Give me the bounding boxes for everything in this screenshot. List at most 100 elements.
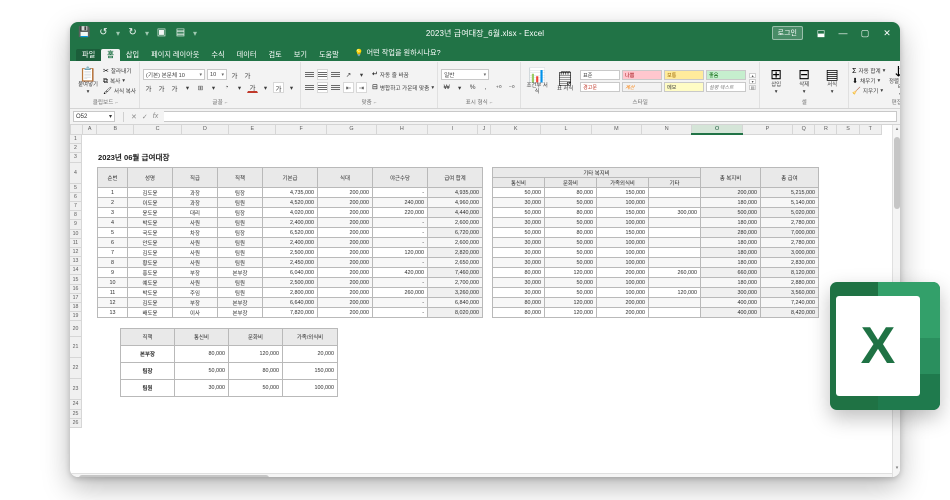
- row-header[interactable]: 4: [70, 161, 82, 184]
- cell-family[interactable]: 100,000: [596, 287, 649, 298]
- table-row[interactable]: 3 윤도윤 대리 팀장 4,020,000 200,000 220,000 4,…: [97, 207, 819, 218]
- cell-rank[interactable]: 과장: [172, 187, 218, 198]
- cell-comm[interactable]: 30,000: [492, 247, 545, 258]
- cell-role[interactable]: 팀원: [217, 197, 263, 208]
- undo-icon[interactable]: ↺: [97, 27, 110, 40]
- col-header-K[interactable]: K: [489, 125, 542, 135]
- cell-family[interactable]: 100,000: [596, 257, 649, 268]
- cell-family[interactable]: 200,000: [596, 307, 649, 318]
- cell-overtime[interactable]: -: [372, 237, 428, 248]
- row-header[interactable]: 14: [70, 265, 82, 276]
- cell-culture[interactable]: 120,000: [544, 307, 597, 318]
- ref-cell-family[interactable]: 20,000: [282, 345, 338, 363]
- touch-mode-icon[interactable]: ▣: [155, 27, 168, 40]
- insert-dropdown-icon[interactable]: ▾: [775, 89, 778, 95]
- italic-button[interactable]: 가: [156, 82, 167, 93]
- row-header[interactable]: 3: [70, 152, 82, 163]
- align-bottom-icon[interactable]: [330, 69, 341, 80]
- number-format-select[interactable]: 일반 ▾: [441, 69, 490, 80]
- col-header-E[interactable]: E: [228, 125, 277, 135]
- cell-role[interactable]: 팀원: [217, 247, 263, 258]
- style-good[interactable]: 좋음: [706, 70, 747, 80]
- currency-dropdown-icon[interactable]: ▾: [454, 82, 465, 93]
- cell-overtime[interactable]: -: [372, 297, 428, 308]
- table-row[interactable]: 팀원 30,000 50,000 100,000: [120, 379, 338, 397]
- col-header-A[interactable]: A: [82, 125, 98, 135]
- cell-name[interactable]: 박도윤: [127, 217, 173, 228]
- cell-base[interactable]: 2,400,000: [262, 237, 318, 248]
- clear-dropdown-icon[interactable]: ▾: [880, 88, 883, 94]
- ribbon-display-options-icon[interactable]: ⬓: [810, 22, 832, 44]
- cell-family[interactable]: 200,000: [596, 297, 649, 308]
- cell-family[interactable]: 150,000: [596, 187, 649, 198]
- cell-name[interactable]: 국도윤: [127, 227, 173, 238]
- cell-pay-sum[interactable]: 2,600,000: [427, 237, 483, 248]
- ref-cell-culture[interactable]: 50,000: [228, 379, 283, 397]
- row-header[interactable]: 16: [70, 283, 82, 294]
- font-family-select[interactable]: (기본) 본문체 10 ▾: [143, 69, 206, 80]
- cell-pay-sum[interactable]: 4,440,000: [427, 207, 483, 218]
- row-header[interactable]: 11: [70, 237, 82, 248]
- cell-overtime[interactable]: 240,000: [372, 197, 428, 208]
- table-row[interactable]: 13 배도윤 이사 본부장 7,820,000 200,000 - 8,020,…: [97, 307, 819, 318]
- cell-overtime[interactable]: -: [372, 217, 428, 228]
- tab-home[interactable]: 홈: [101, 48, 120, 61]
- col-header-J[interactable]: J: [476, 125, 492, 135]
- table-row[interactable]: 11 박도윤 주임 팀원 2,800,000 200,000 260,000 3…: [97, 287, 819, 298]
- insert-function-icon[interactable]: fx: [153, 113, 158, 120]
- style-warning-text[interactable]: 경고문: [580, 82, 621, 92]
- alignment-dialog-launcher-icon[interactable]: ⌐: [374, 99, 377, 108]
- style-neutral[interactable]: 보통: [664, 70, 705, 80]
- ref-cell-culture[interactable]: 120,000: [228, 345, 283, 363]
- cell-name[interactable]: 안도윤: [127, 237, 173, 248]
- ref-cell-comm[interactable]: 30,000: [174, 379, 229, 397]
- cell-family[interactable]: 150,000: [596, 207, 649, 218]
- row-header[interactable]: 7: [70, 200, 82, 212]
- cell-welfare-total[interactable]: 180,000: [700, 257, 761, 268]
- cell-role[interactable]: 본부장: [217, 297, 263, 308]
- col-header-H[interactable]: H: [376, 125, 428, 135]
- cell-name[interactable]: 김도윤: [127, 187, 173, 198]
- cell-name[interactable]: 배도윤: [127, 307, 173, 318]
- cell-pay-sum[interactable]: 7,460,000: [427, 267, 483, 278]
- tab-page-layout[interactable]: 페이지 레이아웃: [145, 49, 205, 61]
- row-header[interactable]: 25: [70, 408, 82, 419]
- cell-name[interactable]: 김도윤: [127, 247, 173, 258]
- cell-family[interactable]: 150,000: [596, 227, 649, 238]
- cell-base[interactable]: 4,735,000: [262, 187, 318, 198]
- cell-comm[interactable]: 80,000: [492, 297, 545, 308]
- cell-comm[interactable]: 50,000: [492, 187, 545, 198]
- cell-name[interactable]: 윤도윤: [127, 207, 173, 218]
- row-header[interactable]: 8: [70, 210, 82, 221]
- cell-etc[interactable]: [648, 237, 701, 248]
- copy-dropdown-icon[interactable]: ▾: [122, 78, 125, 84]
- cell-no[interactable]: 4: [97, 217, 128, 228]
- borders-dropdown-icon[interactable]: ▾: [208, 82, 219, 93]
- cell-overtime[interactable]: -: [372, 277, 428, 288]
- format-as-table-button[interactable]: 🗒 표 서식: [552, 71, 578, 92]
- cell-etc[interactable]: [648, 257, 701, 268]
- cell-meal[interactable]: 200,000: [317, 217, 373, 228]
- cell-meal[interactable]: 200,000: [317, 257, 373, 268]
- cell-etc[interactable]: 300,000: [648, 207, 701, 218]
- gallery-expand-icon[interactable]: ▤: [749, 84, 757, 90]
- cell-welfare-total[interactable]: 180,000: [700, 197, 761, 208]
- col-header-F[interactable]: F: [275, 125, 327, 135]
- chevron-down-icon[interactable]: ▾: [200, 72, 203, 78]
- cell-welfare-total[interactable]: 180,000: [700, 237, 761, 248]
- orientation-icon[interactable]: ↗: [343, 69, 354, 80]
- cell-role[interactable]: 팀원: [217, 237, 263, 248]
- font-dialog-launcher-icon[interactable]: ⌐: [225, 99, 228, 108]
- cancel-formula-icon[interactable]: ✕: [131, 113, 137, 121]
- allowance-reference-table[interactable]: 직책 통신비 문화비 가족/외식비 본부장 80,000 120,000 20,…: [120, 328, 338, 397]
- cell-meal[interactable]: 200,000: [317, 277, 373, 288]
- paste-dropdown-icon[interactable]: ▾: [87, 89, 90, 95]
- font-color-dropdown-icon[interactable]: ▾: [260, 82, 271, 93]
- spreadsheet-grid[interactable]: A B C D E F G H I J K L M N O P Q R S T …: [70, 125, 900, 477]
- cell-welfare-total[interactable]: 400,000: [700, 307, 761, 318]
- row-header[interactable]: 1: [70, 133, 82, 145]
- cell-base[interactable]: 2,500,000: [262, 247, 318, 258]
- cell-grand-total[interactable]: 2,780,000: [760, 237, 819, 248]
- insert-cells-button[interactable]: ⊞ 삽입 ▾: [763, 67, 789, 95]
- row-header[interactable]: 19: [70, 311, 82, 322]
